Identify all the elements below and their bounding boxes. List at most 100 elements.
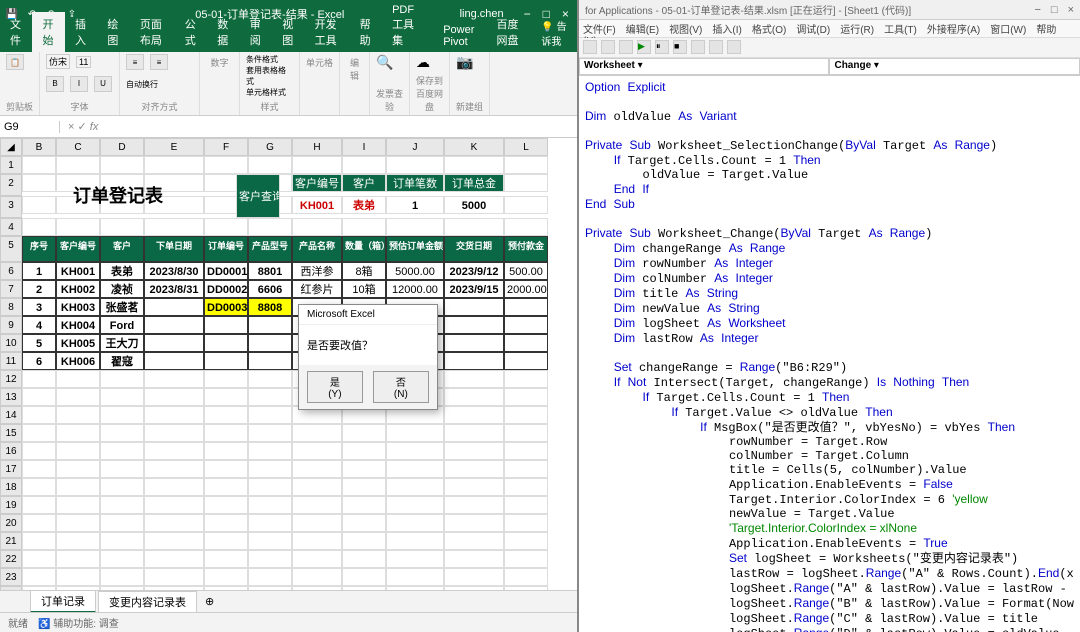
cell[interactable]: KH003 [56, 298, 100, 316]
menu-insert[interactable]: 插入(I) [712, 25, 741, 36]
cell[interactable]: DD0003 [204, 298, 248, 316]
cell[interactable] [248, 388, 292, 406]
msgbox-no-button[interactable]: 否(N) [373, 371, 429, 403]
row-header[interactable]: 18 [0, 478, 22, 496]
row-header[interactable]: 15 [0, 424, 22, 442]
cell[interactable] [248, 550, 292, 568]
cell[interactable] [56, 550, 100, 568]
cell[interactable] [56, 478, 100, 496]
cell[interactable]: KH004 [56, 316, 100, 334]
tab-draw[interactable]: 绘图 [97, 12, 129, 52]
cell[interactable] [342, 532, 386, 550]
cell[interactable] [444, 568, 504, 586]
row-header[interactable]: 14 [0, 406, 22, 424]
font-size-select[interactable]: 11 [76, 56, 91, 68]
cell[interactable] [144, 352, 204, 370]
cell[interactable] [292, 550, 342, 568]
cond-format-button[interactable]: 条件格式 [246, 54, 293, 65]
cell[interactable] [444, 388, 504, 406]
cell[interactable] [504, 370, 548, 388]
cell[interactable] [204, 460, 248, 478]
cell[interactable] [444, 496, 504, 514]
cell[interactable] [248, 316, 292, 334]
cell[interactable] [292, 424, 342, 442]
cell[interactable]: 8801 [248, 262, 292, 280]
cell[interactable] [204, 568, 248, 586]
cell[interactable] [204, 496, 248, 514]
wrap-text-button[interactable]: 自动换行 [126, 79, 158, 90]
row-header[interactable]: 1 [0, 156, 22, 174]
row-header[interactable]: 24 [0, 586, 22, 590]
col-header[interactable]: B [22, 138, 56, 156]
cell[interactable] [386, 478, 444, 496]
cell[interactable]: 凌祯 [100, 280, 144, 298]
cell[interactable] [204, 478, 248, 496]
cell[interactable]: 王大刀 [100, 334, 144, 352]
cell[interactable] [504, 388, 548, 406]
col-header[interactable]: C [56, 138, 100, 156]
cell[interactable] [504, 550, 548, 568]
msgbox-yes-button[interactable]: 是(Y) [307, 371, 363, 403]
font-name-select[interactable]: 仿宋 [46, 54, 70, 69]
cell[interactable] [100, 586, 144, 590]
cell[interactable] [56, 586, 100, 590]
tab-powerpivot[interactable]: Power Pivot [433, 20, 486, 52]
col-header[interactable]: J [386, 138, 444, 156]
cell[interactable] [144, 586, 204, 590]
cell[interactable] [342, 442, 386, 460]
cell[interactable] [444, 460, 504, 478]
cell[interactable] [444, 370, 504, 388]
cell[interactable] [386, 514, 444, 532]
cell[interactable] [248, 478, 292, 496]
cell[interactable] [386, 496, 444, 514]
cell[interactable] [204, 586, 248, 590]
col-header[interactable]: H [292, 138, 342, 156]
cell[interactable] [204, 388, 248, 406]
cell[interactable] [56, 370, 100, 388]
tab-file[interactable]: 文件 [0, 12, 32, 52]
cell[interactable] [386, 442, 444, 460]
cell[interactable] [444, 532, 504, 550]
toolbar-button[interactable] [601, 40, 615, 54]
cell[interactable]: Ford [100, 316, 144, 334]
cell[interactable] [342, 514, 386, 532]
cell[interactable] [22, 550, 56, 568]
cell[interactable] [204, 316, 248, 334]
invoice-icon[interactable]: 🔍 [376, 54, 403, 71]
cell[interactable]: 2023/8/30 [144, 262, 204, 280]
bold-button[interactable]: B [46, 76, 64, 92]
row-header[interactable]: 19 [0, 496, 22, 514]
cell[interactable] [444, 550, 504, 568]
tab-baidu[interactable]: 百度网盘 [486, 12, 531, 52]
cell[interactable] [504, 316, 548, 334]
cell[interactable]: 1 [22, 262, 56, 280]
vba-close-icon[interactable]: × [1068, 4, 1074, 16]
cell[interactable] [22, 424, 56, 442]
align-top-button[interactable]: ≡ [126, 54, 144, 70]
cell[interactable] [144, 568, 204, 586]
cell[interactable] [342, 568, 386, 586]
cell[interactable] [22, 568, 56, 586]
cell[interactable] [144, 334, 204, 352]
cell[interactable]: 2023/8/31 [144, 280, 204, 298]
cell[interactable] [292, 568, 342, 586]
col-header[interactable]: L [504, 138, 548, 156]
toolbar-button[interactable] [691, 40, 705, 54]
cell[interactable] [100, 496, 144, 514]
cell[interactable] [144, 496, 204, 514]
cell[interactable] [504, 406, 548, 424]
cell[interactable] [22, 514, 56, 532]
cell[interactable]: DD0001 [204, 262, 248, 280]
cell[interactable] [100, 370, 144, 388]
cell[interactable] [144, 478, 204, 496]
cell[interactable] [504, 514, 548, 532]
cell[interactable] [22, 370, 56, 388]
sheet-tab[interactable]: 变更内容记录表 [98, 591, 197, 613]
row-header[interactable]: 17 [0, 460, 22, 478]
cell[interactable]: 表弟 [100, 262, 144, 280]
toolbar-button[interactable] [619, 40, 633, 54]
tab-layout[interactable]: 页面布局 [130, 12, 175, 52]
cell[interactable] [292, 514, 342, 532]
cell[interactable] [248, 352, 292, 370]
cell[interactable] [248, 496, 292, 514]
